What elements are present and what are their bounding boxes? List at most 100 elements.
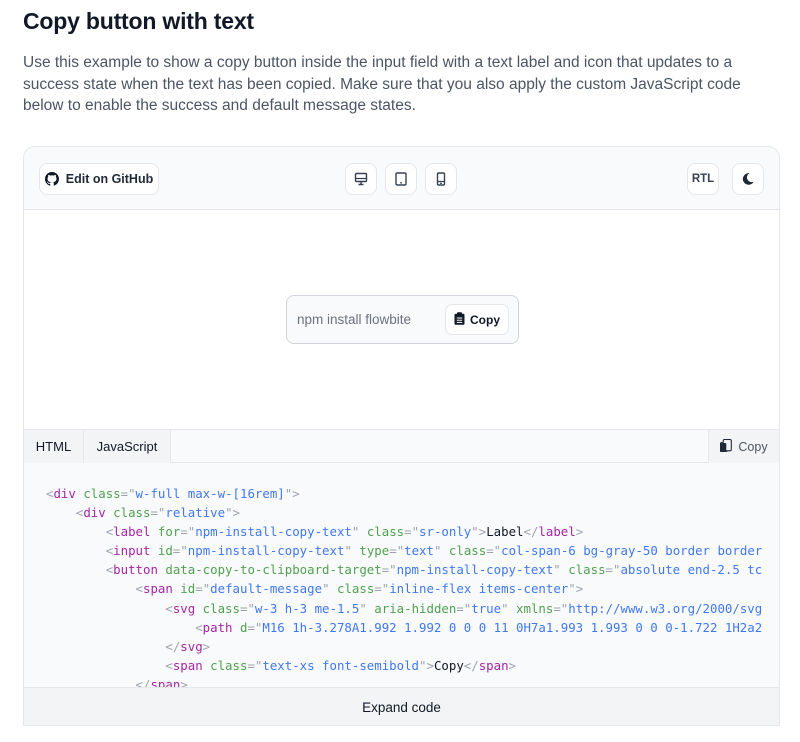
code-token: class xyxy=(195,600,240,616)
code-token: =" xyxy=(456,600,472,616)
code-token: span xyxy=(150,676,181,687)
code-token: input xyxy=(113,543,151,559)
code-token: " xyxy=(344,543,352,559)
code-token: "> xyxy=(419,657,434,673)
code-token: class xyxy=(105,505,151,521)
code-token: > xyxy=(202,638,211,654)
code-line: <span class="text-xs font-semibold">Copy… xyxy=(46,656,762,675)
code-token: =" xyxy=(247,657,263,673)
desktop-view-button[interactable] xyxy=(345,163,377,195)
code-token: http://www.w3.org/2000/svg xyxy=(568,600,763,616)
code-token: npm-install-copy-text xyxy=(396,562,554,578)
code-token: "> xyxy=(568,581,584,597)
code-token: "> xyxy=(284,486,300,501)
code-token: true xyxy=(471,600,502,616)
edit-on-github-button[interactable]: Edit on GitHub xyxy=(39,163,159,195)
code-token: =" xyxy=(374,581,390,597)
dark-mode-toggle-button[interactable] xyxy=(732,163,764,195)
code-line: </span> xyxy=(46,675,762,687)
code-token: label xyxy=(113,524,151,540)
code-token: relative xyxy=(165,505,226,521)
code-token: aria-hidden xyxy=(366,600,457,616)
tablet-view-button[interactable] xyxy=(385,163,417,195)
code-token: span xyxy=(172,657,203,673)
code-token: class xyxy=(359,524,405,540)
code-token: =" xyxy=(404,524,420,540)
copy-to-clipboard-button[interactable]: Copy xyxy=(445,304,509,335)
code-token: =" xyxy=(553,600,569,616)
code-line: <label for="npm-install-copy-text" class… xyxy=(46,522,762,541)
code-token: sr-only xyxy=(419,524,472,540)
code-token: =" xyxy=(605,562,621,578)
moon-icon xyxy=(741,172,755,186)
edit-on-github-label: Edit on GitHub xyxy=(65,172,154,186)
code-token: w-3 h-3 me-1.5 xyxy=(254,600,360,616)
code-token: col-span-6 bg-gray-50 border border xyxy=(501,543,763,559)
code-token: span xyxy=(143,581,173,597)
code-token: =" xyxy=(195,581,211,597)
code-token: button xyxy=(113,562,158,578)
tab-html[interactable]: HTML xyxy=(24,430,84,463)
code-token: " xyxy=(322,581,330,597)
code-token: npm-install-copy-text xyxy=(187,543,345,559)
code-token: div xyxy=(53,486,76,501)
rtl-toggle-button[interactable]: RTL xyxy=(687,163,719,195)
code-token: xmlns xyxy=(508,600,554,616)
code-token: npm-install-copy-text xyxy=(195,524,352,540)
copy-code-button[interactable]: Copy xyxy=(708,430,779,463)
code-token: </ xyxy=(135,676,151,687)
code-token: M16 1h-3.278A1.992 1.992 0 0 0 11 0H7a1.… xyxy=(262,619,763,635)
code-token: div xyxy=(83,505,106,521)
code-token: < xyxy=(165,657,173,673)
code-token: class xyxy=(202,657,248,673)
code-line: <div class="w-full max-w-[16rem]"> xyxy=(46,484,762,503)
tab-javascript[interactable]: JavaScript xyxy=(84,430,171,463)
example-card: Edit on GitHub RTL npm install flowbite … xyxy=(23,146,780,726)
code-token: Copy xyxy=(433,657,464,673)
code-token: "> xyxy=(225,505,240,521)
code-token: svg xyxy=(172,600,196,616)
github-icon xyxy=(44,172,59,186)
code-tabs: HTML JavaScript Copy xyxy=(24,429,779,463)
desktop-icon xyxy=(354,172,368,186)
expand-code-button[interactable]: Expand code xyxy=(24,687,779,725)
code-token: path xyxy=(202,619,233,635)
copy-icon xyxy=(720,438,733,455)
code-block: <div class="w-full max-w-[16rem]"> <div … xyxy=(24,463,779,687)
clipboard-icon xyxy=(454,311,465,328)
code-token: < xyxy=(165,600,173,616)
code-token: </ xyxy=(165,638,181,654)
code-line: <svg class="w-3 h-3 me-1.5" aria-hidden=… xyxy=(46,599,762,618)
code-token: > xyxy=(180,676,188,687)
code-token: =" xyxy=(180,524,196,540)
code-token: "> xyxy=(471,524,487,540)
code-line: <path d="M16 1h-3.278A1.992 1.992 0 0 0 … xyxy=(46,618,762,637)
mobile-icon xyxy=(434,172,448,186)
code-token: < xyxy=(135,581,143,597)
code-token: </ xyxy=(463,657,479,673)
code-token: class xyxy=(560,562,606,578)
code-token: =" xyxy=(172,543,188,559)
code-token: > xyxy=(575,524,584,540)
code-token: id xyxy=(172,581,196,597)
page-title: Copy button with text xyxy=(23,8,254,34)
code-token: Label xyxy=(486,524,524,540)
code-line: <button data-copy-to-clipboard-target="n… xyxy=(46,560,763,579)
code-token: d xyxy=(232,619,248,635)
code-token: text xyxy=(404,543,434,559)
code-line: </svg> xyxy=(46,637,762,656)
code-token: " xyxy=(553,562,561,578)
code-token: data-copy-to-clipboard-target xyxy=(157,562,382,578)
code-token: class xyxy=(441,543,487,559)
code-token: span xyxy=(478,657,509,673)
mobile-view-button[interactable] xyxy=(425,163,457,195)
code-token: > xyxy=(508,657,517,673)
code-token: =" xyxy=(389,543,405,559)
copy-button-label: Copy xyxy=(470,312,500,327)
code-token: type xyxy=(351,543,390,559)
code-token: class xyxy=(75,486,121,501)
code-token: w-full max-w-[16rem] xyxy=(135,486,285,501)
page-description: Use this example to show a copy button i… xyxy=(23,54,741,114)
code-token: for xyxy=(150,524,181,540)
code-token: < xyxy=(195,619,203,635)
